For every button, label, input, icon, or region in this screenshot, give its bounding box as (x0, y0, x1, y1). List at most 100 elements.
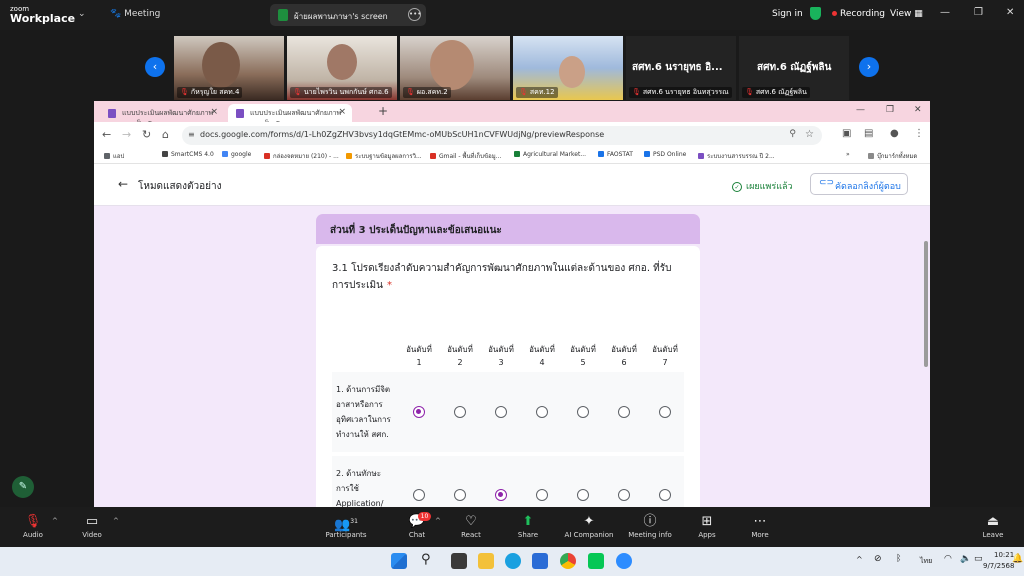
close-icon[interactable]: ✕ (1006, 7, 1014, 18)
site-info-icon[interactable]: ≡ (188, 130, 195, 139)
clock-date[interactable]: 9/7/2568 (983, 562, 1014, 570)
prev-page-icon[interactable]: ‹ (145, 57, 165, 77)
screen-share-indicator[interactable]: ผ้ายผลพานภาษา's screen ••• (270, 4, 426, 26)
language-indicator[interactable]: ไทย (920, 556, 932, 567)
radio-button[interactable] (618, 489, 630, 501)
annotate-pencil-icon[interactable]: ✎ (12, 476, 34, 498)
close-tab-icon[interactable]: × (338, 107, 346, 117)
bookmark-item[interactable]: กล่องจดหมาย (210) - ... (264, 151, 339, 161)
browser-tab[interactable]: แบบประเมินผลพัฒนาศักยภาพการเป็น Sm × (100, 104, 224, 128)
chrome-icon[interactable] (560, 553, 576, 569)
react-button[interactable]: ♡ React (441, 513, 501, 539)
chevron-up-icon[interactable]: ^ (113, 517, 119, 525)
reload-icon[interactable]: ↻ (142, 128, 151, 141)
copy-responder-link-button[interactable]: ⊂⊃ คัดลอกลิงก์ผู้ตอบ (810, 173, 908, 195)
chevron-up-icon[interactable]: ^ (52, 517, 58, 525)
participant-tile[interactable]: สศท.6 ณัฏฐ์พลิน 🎙 สศท.6 ณัฏฐ์พลิน (739, 36, 849, 100)
sign-in-button[interactable]: Sign in (772, 9, 803, 19)
radio-button[interactable] (577, 406, 589, 418)
video-button[interactable]: ▭ Video ^ (62, 513, 122, 539)
menu-kebab-icon[interactable]: ⋮ (914, 128, 924, 139)
bookmark-star-icon[interactable]: ☆ (805, 129, 814, 140)
battery-icon[interactable]: ▭ (974, 554, 983, 564)
side-panel-icon[interactable]: ▤ (864, 128, 873, 139)
chat-button[interactable]: 💬 Chat ^ (387, 513, 447, 539)
windows-start-icon[interactable] (391, 553, 407, 569)
extension-icon[interactable]: ▣ (842, 128, 851, 139)
restore-icon[interactable]: ❐ (886, 105, 894, 115)
notification-bell-icon[interactable]: 🔔 (1012, 554, 1023, 564)
bookmark-item[interactable]: ระบบฐานข้อมูลผลการวิ... (346, 151, 422, 161)
share-screen-button[interactable]: ⬆ Share (498, 513, 558, 539)
radio-button[interactable] (536, 489, 548, 501)
store-icon[interactable] (532, 553, 548, 569)
bookmark-item[interactable]: Gmail - พื้นที่เก็บข้อมู... (430, 151, 501, 161)
more-button[interactable]: ⋯ More (730, 513, 790, 539)
zoom-app-icon[interactable] (616, 553, 632, 569)
participant-tile[interactable]: สศท.6 นรายุทธ อิ... 🎙 สศท.6 นรายุทธ อินทส… (626, 36, 736, 100)
volume-icon[interactable]: 🔈 (960, 554, 971, 564)
participants-button[interactable]: 👥31 Participants (316, 513, 376, 539)
line-app-icon[interactable] (588, 553, 604, 569)
forward-icon[interactable]: → (122, 128, 131, 141)
bookmark-item[interactable]: SmartCMS 4.0 (162, 151, 214, 158)
more-options-icon[interactable]: ••• (408, 8, 421, 21)
url-input[interactable]: ≡ docs.google.com/forms/d/1-Lh0ZgZHV3bvs… (182, 126, 822, 145)
radio-button[interactable] (454, 406, 466, 418)
bookmark-folder[interactable]: บุ๊กมาร์กทั้งหมด (868, 151, 917, 161)
network-icon[interactable]: ⊘ (874, 554, 882, 564)
participant-tile[interactable]: 🎙 สคท.12 (513, 36, 623, 100)
wifi-icon[interactable]: ◠ (944, 554, 952, 564)
audio-button[interactable]: 🎙 Audio ^ (3, 513, 63, 539)
bookmark-item[interactable]: ระบบงานสารบรรณ ปี 2... (698, 151, 775, 161)
meeting-info-button[interactable]: ⓘ Meeting info (620, 513, 680, 539)
radio-button[interactable] (659, 489, 671, 501)
search-icon[interactable]: ⚲ (421, 552, 431, 567)
back-arrow-icon[interactable]: ← (118, 177, 128, 191)
edge-icon[interactable] (505, 553, 521, 569)
browser-tab-active[interactable]: แบบประเมินผลพัฒนาศักยภาพการเป็น Sm × (228, 104, 352, 128)
radio-button[interactable] (413, 489, 425, 501)
bookmark-item[interactable]: แอป (104, 151, 124, 161)
participant-tile[interactable]: 🎙 ผอ.สคท.2 (400, 36, 510, 100)
view-button[interactable]: View ▦ (890, 9, 923, 19)
radio-button[interactable] (577, 489, 589, 501)
file-explorer-icon[interactable] (478, 553, 494, 569)
tray-overflow-icon[interactable]: ^ (856, 555, 863, 564)
security-shield-icon[interactable] (810, 7, 821, 20)
bookmark-item[interactable]: google (222, 151, 251, 158)
next-page-icon[interactable]: › (859, 57, 879, 77)
meeting-menu[interactable]: 🐾 Meeting (110, 9, 160, 19)
radio-button[interactable] (495, 406, 507, 418)
radio-button-selected[interactable] (495, 489, 507, 501)
restore-icon[interactable]: ❐ (974, 7, 983, 18)
profile-avatar-icon[interactable]: ● (890, 128, 899, 139)
leave-button[interactable]: ⏏ Leave (963, 513, 1023, 539)
chevron-up-icon[interactable]: ^ (435, 517, 441, 525)
bookmark-item[interactable]: Agricultural Market... (514, 151, 586, 158)
minimize-icon[interactable]: — (940, 7, 950, 18)
participant-tile[interactable]: 🎙 นายไพรวิน นพกกันษ์ ศกอ.6 (287, 36, 397, 100)
new-tab-icon[interactable]: + (378, 104, 388, 118)
minimize-icon[interactable]: — (856, 105, 865, 115)
ai-companion-button[interactable]: ✦ AI Companion (559, 513, 619, 539)
chevron-down-icon[interactable]: ⌄ (78, 9, 86, 19)
bookmark-item[interactable]: PSD Online (644, 151, 686, 158)
back-icon[interactable]: ← (102, 128, 111, 141)
scrollbar[interactable] (924, 241, 928, 367)
bookmarks-overflow-icon[interactable]: » (846, 151, 850, 158)
apps-button[interactable]: ⊞ Apps (677, 513, 737, 539)
task-view-icon[interactable] (451, 553, 467, 569)
home-icon[interactable]: ⌂ (162, 128, 169, 141)
radio-button[interactable] (659, 406, 671, 418)
radio-button[interactable] (618, 406, 630, 418)
bluetooth-icon[interactable]: ᛒ (896, 554, 901, 564)
bookmark-item[interactable]: FAOSTAT (598, 151, 633, 158)
recording-indicator[interactable]: Recording (832, 9, 885, 19)
radio-button-selected[interactable] (413, 406, 425, 418)
close-icon[interactable]: ✕ (914, 105, 922, 115)
participant-tile[interactable]: 🎙 กัหรุญใย สคท.4 (174, 36, 284, 100)
radio-button[interactable] (536, 406, 548, 418)
radio-button[interactable] (454, 489, 466, 501)
close-tab-icon[interactable]: × (210, 107, 218, 117)
